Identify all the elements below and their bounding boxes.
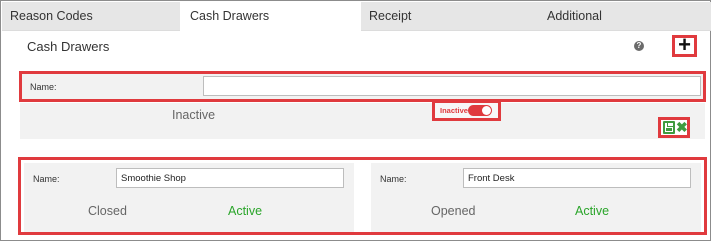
help-icon[interactable]: ? bbox=[634, 41, 644, 51]
save-cancel-controls: ✖ bbox=[658, 117, 690, 138]
add-drawer-button[interactable]: + bbox=[672, 32, 697, 57]
tab-cash-drawers[interactable]: Cash Drawers bbox=[180, 2, 361, 32]
drawer-list: Name: Closed Active Name: Opened Active bbox=[18, 157, 707, 235]
active-toggle[interactable]: Inactive bbox=[432, 100, 501, 121]
toggle-label: Inactive bbox=[440, 106, 468, 115]
tab-additional[interactable]: Additional bbox=[526, 2, 711, 31]
cash-drawers-panel: Reason Codes Cash Drawers Receipt Additi… bbox=[0, 0, 711, 241]
drawer-name-input[interactable] bbox=[463, 168, 691, 188]
new-drawer-name-input[interactable] bbox=[203, 76, 701, 96]
new-drawer-status-row bbox=[20, 103, 705, 139]
tab-receipt[interactable]: Receipt bbox=[361, 2, 526, 31]
drawer-open-state: Opened bbox=[431, 204, 476, 218]
close-icon[interactable]: ✖ bbox=[676, 118, 688, 136]
drawer-name-input[interactable] bbox=[116, 168, 344, 188]
drawer-open-state: Closed bbox=[88, 204, 127, 218]
drawer-status-text: Inactive bbox=[172, 108, 216, 122]
drawer-active-status[interactable]: Active bbox=[228, 204, 262, 218]
toggle-switch[interactable] bbox=[468, 105, 492, 116]
tab-reason-codes[interactable]: Reason Codes bbox=[2, 2, 180, 31]
section-title: Cash Drawers bbox=[27, 39, 110, 54]
drawer-card: Name: Opened Active bbox=[371, 163, 701, 232]
name-label: Name: bbox=[380, 174, 407, 184]
drawer-card: Name: Closed Active bbox=[24, 163, 354, 232]
settings-tabs: Reason Codes Cash Drawers Receipt Additi… bbox=[2, 2, 711, 32]
plus-icon: + bbox=[678, 32, 691, 57]
name-label: Name: bbox=[33, 174, 60, 184]
toggle-knob bbox=[482, 106, 491, 115]
drawer-active-status[interactable]: Active bbox=[575, 204, 609, 218]
new-drawer-name-row: Name: bbox=[19, 71, 706, 102]
name-label: Name: bbox=[30, 82, 57, 92]
save-icon[interactable] bbox=[663, 121, 675, 134]
